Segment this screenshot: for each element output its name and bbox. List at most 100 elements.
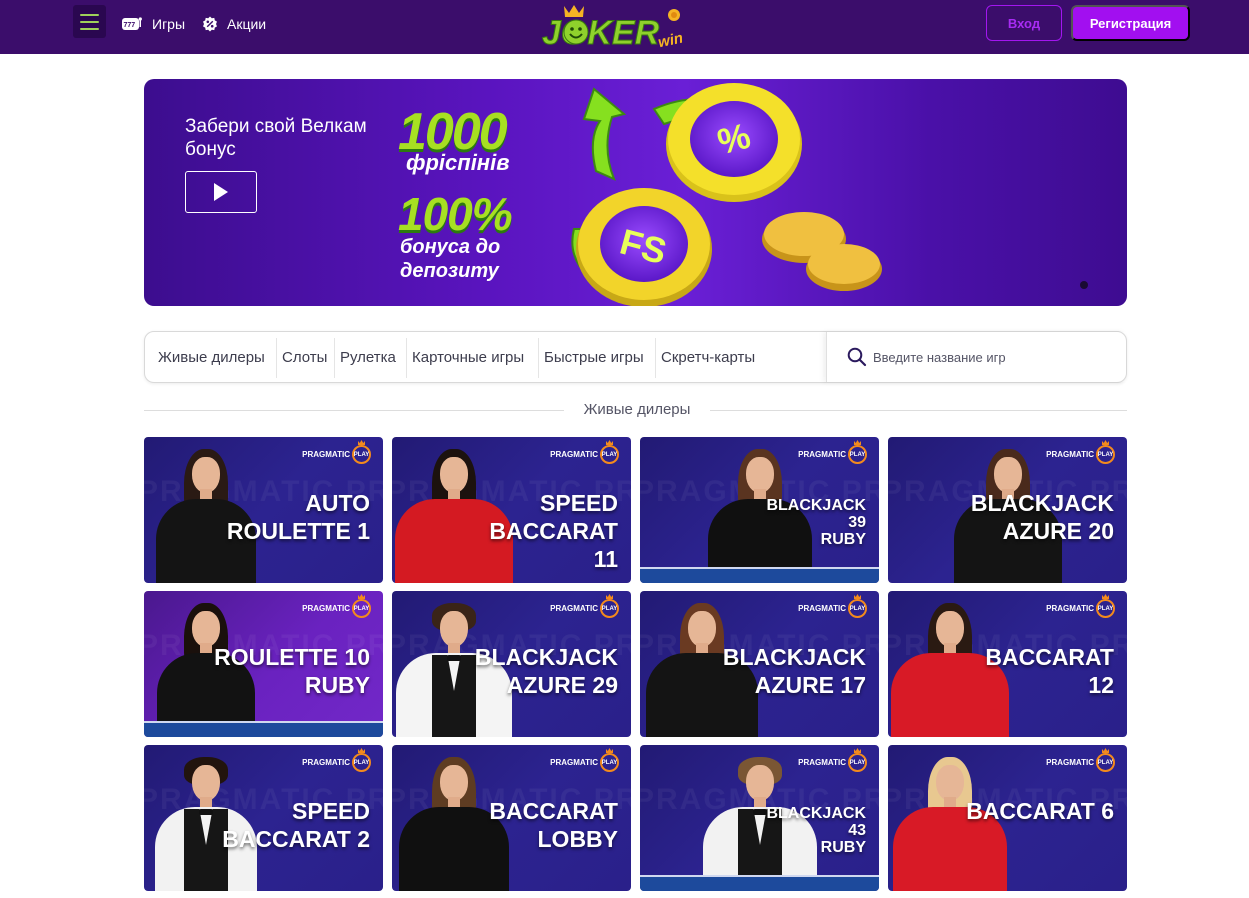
provider-name: PRAGMATIC (302, 450, 350, 459)
nav-games-label: Игры (152, 16, 186, 32)
search-input[interactable] (873, 346, 1113, 368)
category-roulette[interactable]: Рулетка (340, 349, 396, 366)
search-icon (847, 347, 867, 372)
logo-text: JOKER (542, 14, 660, 50)
nav-promo-label: Акции (227, 16, 267, 32)
provider-logo: PRAGMATIC PLAY (302, 445, 371, 464)
provider-crown-icon: PLAY (352, 445, 371, 464)
promo-freespins-label: фріспінів (406, 150, 510, 175)
provider-crown-icon: PLAY (848, 445, 867, 464)
provider-name: PRAGMATIC (550, 758, 598, 767)
category-quick-games[interactable]: Быстрые игры (544, 349, 644, 366)
provider-logo: PRAGMATIC PLAY (302, 599, 371, 618)
promo-bonus-percent: 100% (398, 188, 513, 240)
provider-logo: PRAGMATIC PLAY (798, 753, 867, 772)
provider-crown-icon: PLAY (352, 753, 371, 772)
provider-name: PRAGMATIC (1046, 450, 1094, 459)
jokerwin-logo[interactable]: JOKER win (540, 4, 710, 50)
casino-chips-illustration: % FS (571, 83, 882, 306)
category-divider (276, 338, 277, 378)
provider-name: PRAGMATIC (302, 604, 350, 613)
category-scratch-cards[interactable]: Скретч-карты (661, 349, 755, 366)
burger-line (80, 27, 99, 30)
game-title: SPEED BACCARAT 2 (222, 798, 370, 852)
provider-crown-icon: PLAY (1096, 753, 1115, 772)
nav-games-link[interactable]: 777 Игры (121, 14, 185, 34)
provider-logo: PRAGMATIC PLAY (550, 599, 619, 618)
game-card[interactable]: PRAGMATIC PRAGMATICPRAGMATICPLAYBLACKJAC… (888, 437, 1127, 583)
provider-logo: PRAGMATIC PLAY (798, 599, 867, 618)
register-button[interactable]: Регистрация (1071, 5, 1190, 41)
provider-name: PRAGMATIC (302, 758, 350, 767)
section-divider-left (144, 410, 564, 411)
game-title: BACCARAT 6 (966, 798, 1114, 824)
game-search (826, 332, 1126, 382)
provider-crown-icon: PLAY (1096, 599, 1115, 618)
menu-burger-button[interactable] (73, 5, 106, 38)
provider-crown-icon: PLAY (352, 599, 371, 618)
category-card-games[interactable]: Карточные игры (412, 349, 524, 366)
game-card[interactable]: PRAGMATIC PRAGMATICPRAGMATICPLAYBACCARAT… (392, 745, 631, 891)
provider-logo: PRAGMATIC PLAY (550, 445, 619, 464)
game-title: BLACKJACK AZURE 29 (474, 644, 618, 698)
provider-crown-icon: PLAY (600, 599, 619, 618)
burger-line (80, 13, 99, 16)
slot-777-icon: 777 (121, 16, 143, 32)
provider-logo: PRAGMATIC PLAY (550, 753, 619, 772)
percent-badge-icon (202, 16, 218, 32)
slider-dot[interactable] (1080, 281, 1088, 289)
game-table (640, 875, 879, 891)
category-divider (406, 338, 407, 378)
category-filter-bar: Живые дилеры Слоты Рулетка Карточные игр… (144, 331, 1127, 383)
game-card[interactable]: PRAGMATIC PRAGMATICPRAGMATICPLAYSPEED BA… (144, 745, 383, 891)
game-card[interactable]: PRAGMATIC PRAGMATICPRAGMATICPLAYBACCARAT… (888, 591, 1127, 737)
game-title: ROULETTE 10 RUBY (214, 644, 370, 698)
section-title: Живые дилеры (568, 401, 706, 418)
game-card[interactable]: PRAGMATIC PRAGMATICPRAGMATICPLAYBACCARAT… (888, 745, 1127, 891)
game-card[interactable]: PRAGMATIC PRAGMATICPRAGMATICPLAYAUTO ROU… (144, 437, 383, 583)
category-slots[interactable]: Слоты (282, 349, 327, 366)
provider-crown-icon: PLAY (848, 599, 867, 618)
provider-logo: PRAGMATIC PLAY (1046, 753, 1115, 772)
provider-name: PRAGMATIC (798, 758, 846, 767)
provider-name: PRAGMATIC (550, 450, 598, 459)
game-title: BLACKJACK 43 RUBY (766, 805, 866, 856)
provider-crown-icon: PLAY (848, 753, 867, 772)
provider-logo: PRAGMATIC PLAY (798, 445, 867, 464)
provider-name: PRAGMATIC (550, 604, 598, 613)
section-divider-right (710, 410, 1127, 411)
logo-suffix: win (657, 29, 685, 50)
category-divider (334, 338, 335, 378)
game-table (640, 567, 879, 583)
category-live-dealers[interactable]: Живые дилеры (158, 349, 265, 366)
provider-logo: PRAGMATIC PLAY (302, 753, 371, 772)
game-card[interactable]: PRAGMATIC PRAGMATICPRAGMATICPLAYBLACKJAC… (640, 745, 879, 891)
game-title: BLACKJACK 39 RUBY (766, 497, 866, 548)
game-title: BACCARAT LOBBY (489, 798, 618, 852)
promo-banner[interactable]: Забери свой Велкам бонус 1000 фріспінів … (144, 79, 1127, 306)
banner-play-button[interactable] (185, 171, 257, 213)
banner-headline: Забери свой Велкам бонус (185, 116, 367, 160)
provider-logo: PRAGMATIC PLAY (1046, 599, 1115, 618)
provider-name: PRAGMATIC (798, 450, 846, 459)
play-icon (214, 183, 228, 201)
top-header: 777 Игры Акции JOKER win Вход Регистраци… (0, 0, 1249, 54)
game-card[interactable]: PRAGMATIC PRAGMATICPRAGMATICPLAYSPEED BA… (392, 437, 631, 583)
game-table (144, 721, 383, 737)
game-card[interactable]: PRAGMATIC PRAGMATICPRAGMATICPLAYBLACKJAC… (640, 437, 879, 583)
game-card[interactable]: PRAGMATIC PRAGMATICPRAGMATICPLAYBLACKJAC… (392, 591, 631, 737)
game-card[interactable]: PRAGMATIC PRAGMATICPRAGMATICPLAYBLACKJAC… (640, 591, 879, 737)
provider-logo: PRAGMATIC PLAY (1046, 445, 1115, 464)
game-title: BLACKJACK AZURE 17 (722, 644, 866, 698)
game-card[interactable]: PRAGMATIC PRAGMATICPRAGMATICPLAYROULETTE… (144, 591, 383, 737)
provider-name: PRAGMATIC (1046, 758, 1094, 767)
live-dealer-grid: PRAGMATIC PRAGMATICPRAGMATICPLAYAUTO ROU… (144, 437, 1127, 891)
promo-bonus-label: бонуса до депозиту (400, 236, 501, 282)
game-title: BACCARAT 12 (985, 644, 1114, 698)
nav-promo-link[interactable]: Акции (202, 14, 266, 34)
burger-line (80, 20, 99, 23)
game-title: SPEED BACCARAT 11 (489, 490, 618, 572)
provider-crown-icon: PLAY (600, 753, 619, 772)
provider-crown-icon: PLAY (1096, 445, 1115, 464)
login-button[interactable]: Вход (986, 5, 1062, 41)
